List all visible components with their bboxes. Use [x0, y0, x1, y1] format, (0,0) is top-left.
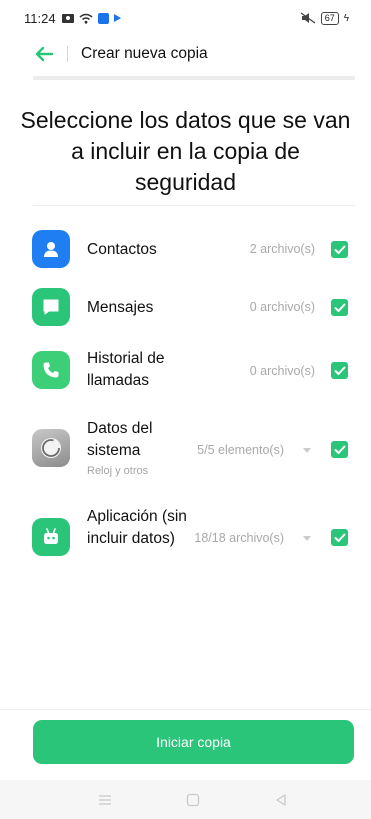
item-checkbox[interactable] — [331, 241, 348, 258]
item-title: Historial de llamadas — [87, 350, 165, 389]
item-checkbox[interactable] — [331, 441, 348, 458]
item-checkbox[interactable] — [331, 299, 348, 316]
item-count: 2 archivo(s) — [249, 242, 315, 256]
backup-item-messages[interactable]: Mensajes 0 archivo(s) — [0, 288, 371, 328]
item-title: Mensajes — [87, 299, 154, 316]
backup-item-system-data[interactable]: Datos del sistema Reloj y otros 5/5 elem… — [0, 418, 371, 480]
check-icon — [334, 366, 345, 375]
footer-rule — [0, 709, 371, 710]
check-icon — [334, 303, 345, 312]
contacts-icon — [32, 230, 70, 268]
check-icon — [334, 533, 345, 542]
chevron-down-icon[interactable] — [303, 448, 311, 453]
backup-item-call-history[interactable]: Historial de llamadas 0 archivo(s) — [0, 348, 371, 394]
item-count: 0 archivo(s) — [249, 364, 315, 378]
status-time: 11:24 — [24, 10, 56, 26]
backup-item-apps[interactable]: Aplicación (sin incluir datos) 18/18 arc… — [0, 506, 371, 572]
message-icon — [32, 288, 70, 326]
item-checkbox[interactable] — [331, 362, 348, 379]
system-icon — [32, 429, 70, 467]
check-icon — [334, 445, 345, 454]
back-button[interactable] — [30, 42, 58, 66]
app-header: Crear nueva copia — [0, 36, 371, 72]
item-checkbox[interactable] — [331, 529, 348, 546]
item-subtitle: Reloj y otros — [87, 465, 149, 477]
photo-icon — [61, 13, 74, 23]
item-title: Contactos — [87, 241, 157, 258]
status-icons-left — [61, 12, 121, 24]
charging-icon: ϟ — [343, 12, 349, 24]
item-count: 5/5 elemento(s) — [197, 443, 284, 457]
section-heading: Seleccione los datos que se van a inclui… — [20, 107, 351, 195]
item-count: 18/18 archivo(s) — [194, 531, 284, 545]
chevron-down-icon[interactable] — [303, 536, 311, 541]
arrow-left-icon — [35, 46, 54, 62]
home-icon[interactable] — [185, 792, 201, 808]
start-backup-button[interactable]: Iniciar copia — [33, 720, 354, 764]
item-count: 0 archivo(s) — [249, 300, 315, 314]
page-title: Crear nueva copia — [81, 45, 208, 62]
header-divider — [67, 46, 68, 62]
mute-icon — [300, 12, 316, 24]
status-icons-right: 67 ϟ — [300, 11, 349, 25]
backup-item-contacts[interactable]: Contactos 2 archivo(s) — [0, 230, 371, 270]
android-icon — [32, 518, 70, 556]
item-title: Datos del sistema — [87, 420, 153, 459]
phone-icon — [32, 351, 70, 389]
battery-icon: 67 — [320, 11, 339, 25]
play-icon — [113, 14, 121, 22]
wifi-icon — [79, 13, 93, 24]
back-triangle-icon[interactable] — [273, 792, 289, 808]
menu-icon[interactable] — [97, 792, 113, 808]
item-title: Aplicación (sin incluir datos) — [87, 508, 187, 547]
header-rule — [33, 76, 355, 80]
status-bar: 11:24 67 ϟ — [0, 0, 371, 36]
system-nav-bar — [0, 780, 371, 819]
heading-rule — [33, 205, 355, 206]
bluetooth-icon — [97, 12, 109, 24]
check-icon — [334, 245, 345, 254]
